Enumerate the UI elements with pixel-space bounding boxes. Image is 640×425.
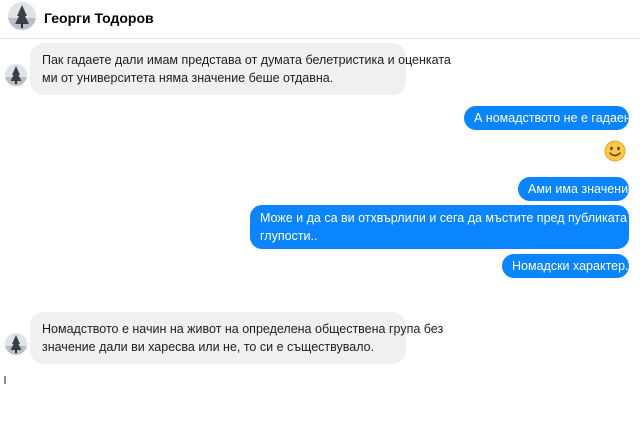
message-bubble-incoming[interactable]: Пак гадаете дали имам представа от думат… [30,43,451,95]
message-line: Номадски характер..... [512,259,640,273]
contact-avatar-image [5,333,27,355]
contact-avatar-image [8,2,36,30]
message-bubble-outgoing[interactable]: Номадски характер..... [502,254,640,278]
message-bubble-outgoing[interactable]: Ами има значение [518,177,636,201]
scroll-marker [4,376,6,384]
chat-header: Георги Тодоров [0,0,640,39]
message-line: Пак гадаете дали имам представа от думат… [42,53,451,67]
contact-avatar[interactable] [8,2,36,30]
messenger-chat-window: Георги Тодоров Пак гадаете дали имам пре… [0,0,640,425]
smiling-face-emoji-icon[interactable] [604,140,626,162]
message-line: ми от университета няма значение беше от… [42,71,334,85]
message-bubble-incoming[interactable]: Номадството е начин на живот на определе… [30,312,444,364]
message-line: Номадството е начин на живот на определе… [42,322,444,336]
message-bubble-outgoing[interactable]: А номадството не е гадаене ? [464,106,640,130]
message-line: Може и да са ви отхвърлили и сега да мъс… [260,211,637,225]
message-line: глупости.. [260,229,318,243]
incoming-avatar[interactable] [5,333,27,355]
message-line: А номадството не е гадаене ? [474,111,640,125]
smiling-face-emoji [604,140,626,162]
message-line: значение дали ви харесва или не, то си е… [42,340,375,354]
incoming-avatar[interactable] [5,64,27,86]
message-bubble-outgoing[interactable]: Може и да са ви отхвърлили и сега да мъс… [250,205,637,249]
contact-name[interactable]: Георги Тодоров [44,10,154,26]
contact-avatar-image [5,64,27,86]
message-line: Ами има значение [528,182,636,196]
